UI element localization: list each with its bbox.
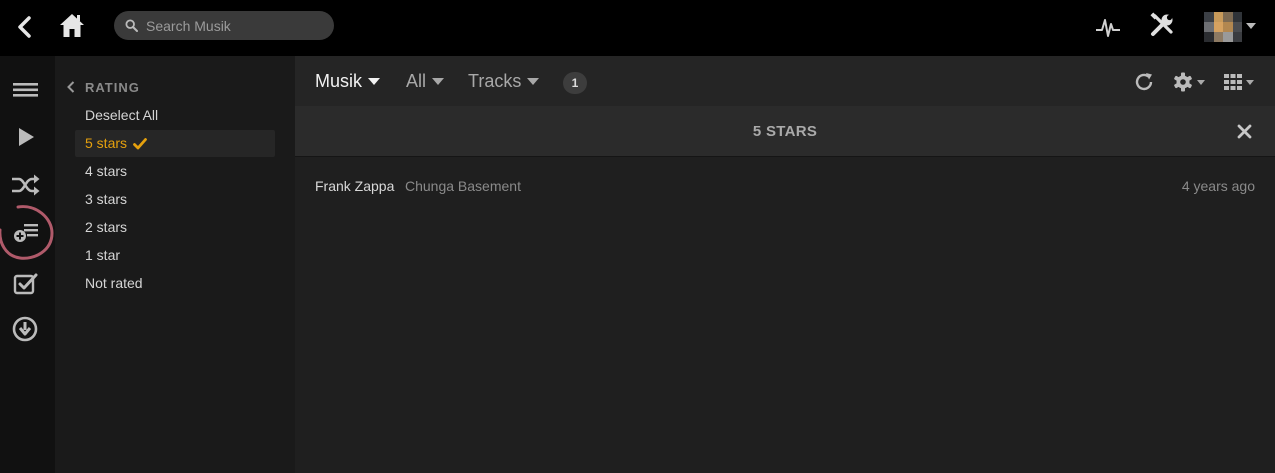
track-row[interactable]: Frank Zappa Chunga Basement 4 years ago bbox=[295, 174, 1275, 198]
activity-icon[interactable] bbox=[1095, 13, 1121, 39]
avatar-pixel bbox=[1223, 12, 1233, 22]
filter-item-not-rated[interactable]: Not rated bbox=[75, 270, 275, 297]
filter-item-2-stars[interactable]: 2 stars bbox=[75, 214, 275, 241]
avatar-pixel bbox=[1213, 12, 1223, 22]
filter-item-label: 4 stars bbox=[85, 163, 128, 179]
menu-icon[interactable] bbox=[12, 76, 40, 104]
filter-item-deselect-all[interactable]: Deselect All bbox=[75, 102, 275, 129]
play-icon[interactable] bbox=[12, 123, 40, 151]
library-label: Musik bbox=[315, 70, 363, 91]
checkmark-icon bbox=[133, 138, 147, 150]
search-input[interactable] bbox=[146, 11, 326, 40]
active-filter-bar: 5 STARS bbox=[295, 106, 1275, 157]
scope-dropdown[interactable]: All bbox=[406, 70, 445, 92]
chevron-down-icon bbox=[1246, 79, 1254, 85]
filter-sidebar: RATING Deselect All 5 stars 4 stars 3 st… bbox=[55, 56, 295, 473]
settings-dropdown[interactable] bbox=[1172, 70, 1205, 94]
avatar-pixel bbox=[1232, 12, 1242, 22]
library-dropdown[interactable]: Musik bbox=[315, 70, 381, 92]
chevron-down-icon bbox=[1197, 79, 1205, 85]
checklist-icon[interactable] bbox=[12, 270, 40, 298]
filter-item-label: Deselect All bbox=[85, 107, 159, 123]
chevron-left-icon bbox=[67, 81, 75, 93]
avatar-pixel bbox=[1232, 32, 1242, 42]
filter-heading-label: RATING bbox=[85, 79, 140, 95]
top-bar bbox=[0, 0, 1275, 56]
home-icon[interactable] bbox=[58, 11, 86, 39]
user-menu[interactable] bbox=[1204, 12, 1260, 42]
filter-item-4-stars[interactable]: 4 stars bbox=[75, 158, 275, 185]
avatar-pixel bbox=[1232, 22, 1242, 32]
chevron-down-icon bbox=[432, 77, 445, 85]
filter-item-label: Not rated bbox=[85, 275, 143, 291]
search-box[interactable] bbox=[114, 11, 334, 40]
grid-view-icon bbox=[1224, 74, 1242, 90]
filter-heading[interactable]: RATING bbox=[67, 78, 140, 96]
search-icon bbox=[125, 19, 138, 32]
avatar-pixel bbox=[1223, 32, 1233, 42]
library-toolbar: Musik All Tracks 1 bbox=[295, 56, 1275, 106]
filter-item-label: 2 stars bbox=[85, 219, 128, 235]
filter-item-3-stars[interactable]: 3 stars bbox=[75, 186, 275, 213]
avatar-pixel bbox=[1204, 32, 1214, 42]
type-dropdown[interactable]: Tracks bbox=[468, 70, 540, 92]
chevron-down-icon bbox=[368, 77, 381, 85]
main-content: Musik All Tracks 1 5 STARS Frank Zappa C… bbox=[295, 56, 1275, 473]
count-badge: 1 bbox=[563, 72, 587, 94]
avatar-pixel bbox=[1213, 22, 1223, 32]
close-icon[interactable] bbox=[1237, 124, 1252, 139]
chevron-down-icon bbox=[1246, 23, 1256, 29]
download-icon[interactable] bbox=[12, 315, 40, 343]
filter-item-1-star[interactable]: 1 star bbox=[75, 242, 275, 269]
view-dropdown[interactable] bbox=[1223, 70, 1254, 94]
track-added: 4 years ago bbox=[1181, 178, 1255, 194]
avatar-pixel bbox=[1204, 12, 1214, 22]
shuffle-icon[interactable] bbox=[12, 171, 40, 199]
scope-label: All bbox=[406, 70, 427, 91]
filter-item-label: 5 stars bbox=[85, 135, 128, 151]
track-artist[interactable]: Frank Zappa bbox=[315, 178, 394, 194]
filter-item-label: 1 star bbox=[85, 247, 121, 263]
filter-item-5-stars[interactable]: 5 stars bbox=[75, 130, 275, 157]
track-album[interactable]: Chunga Basement bbox=[405, 178, 521, 194]
avatar-pixel bbox=[1223, 22, 1233, 32]
gear-icon bbox=[1174, 72, 1192, 92]
avatar-pixel bbox=[1204, 22, 1214, 32]
type-label: Tracks bbox=[468, 70, 522, 91]
avatar[interactable] bbox=[1204, 12, 1242, 42]
refresh-icon[interactable] bbox=[1133, 70, 1155, 94]
chevron-down-icon bbox=[527, 77, 540, 85]
add-to-queue-icon[interactable] bbox=[12, 219, 40, 247]
avatar-pixel bbox=[1213, 32, 1223, 42]
settings-tools-icon[interactable] bbox=[1149, 12, 1175, 38]
filter-item-label: 3 stars bbox=[85, 191, 128, 207]
active-filter-title: 5 STARS bbox=[752, 123, 818, 140]
side-rail bbox=[0, 56, 55, 473]
back-icon[interactable] bbox=[14, 14, 36, 40]
